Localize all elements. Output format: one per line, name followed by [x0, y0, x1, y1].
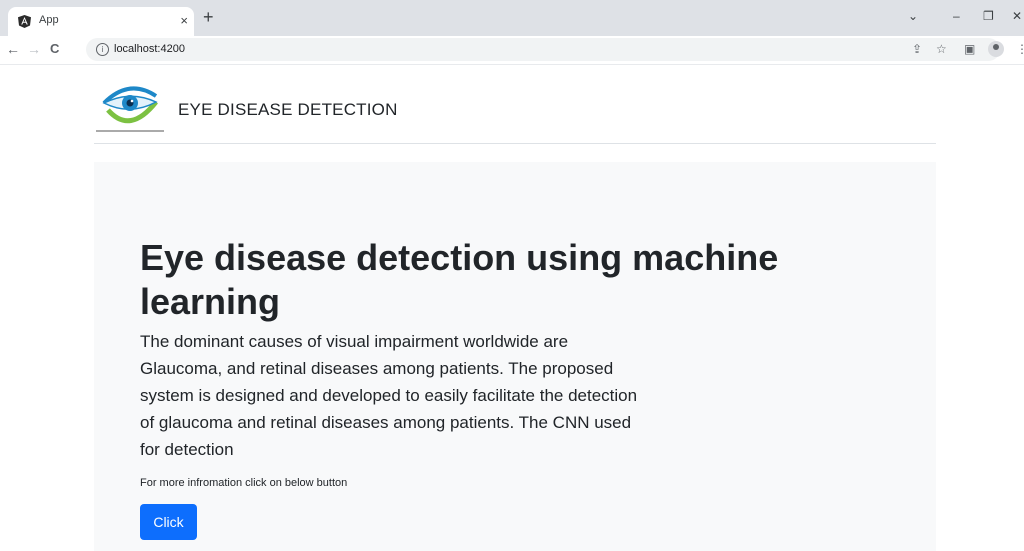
window-close-icon[interactable]: ✕ [1012, 8, 1022, 24]
url-text[interactable]: localhost:4200 [114, 43, 185, 55]
tab-title: App [39, 14, 59, 26]
minimize-icon[interactable]: – [953, 8, 960, 24]
restore-icon[interactable]: ❐ [983, 8, 994, 24]
hero-section: Eye disease detection using machine lear… [94, 162, 936, 551]
share-icon[interactable]: ⇪ [912, 42, 922, 56]
profile-icon[interactable] [988, 41, 1004, 57]
star-icon[interactable]: ☆ [936, 42, 947, 56]
address-bar[interactable]: i localhost:4200 ⇪ ☆ [86, 38, 1000, 61]
brand-title[interactable]: EYE DISEASE DETECTION [178, 100, 398, 120]
back-icon[interactable]: ← [6, 41, 20, 57]
eye-logo-icon [96, 86, 164, 132]
angular-icon [18, 15, 31, 28]
new-tab-button[interactable]: + [203, 8, 214, 26]
menu-icon[interactable]: ⋮ [1016, 42, 1024, 56]
click-button[interactable]: Click [140, 504, 197, 540]
side-panel-icon[interactable]: ▣ [964, 42, 975, 56]
forward-icon[interactable]: → [27, 41, 41, 57]
info-icon[interactable]: i [96, 43, 109, 56]
tab-search-icon[interactable]: ⌄ [908, 8, 918, 24]
reload-icon[interactable]: C [50, 41, 59, 57]
browser-tab[interactable]: App × [8, 7, 194, 36]
hero-description: The dominant causes of visual impairment… [140, 332, 638, 459]
site-navbar: EYE DISEASE DETECTION [94, 80, 936, 144]
browser-toolbar: ← → C i localhost:4200 ⇪ ☆ ▣ ⋮ [0, 36, 1024, 65]
browser-tab-bar: App × + ⌄ – ❐ ✕ [0, 0, 1024, 36]
hero-title: Eye disease detection using machine lear… [140, 237, 779, 322]
info-text: For more infromation click on below butt… [140, 477, 348, 489]
tab-close-icon[interactable]: × [180, 13, 188, 29]
